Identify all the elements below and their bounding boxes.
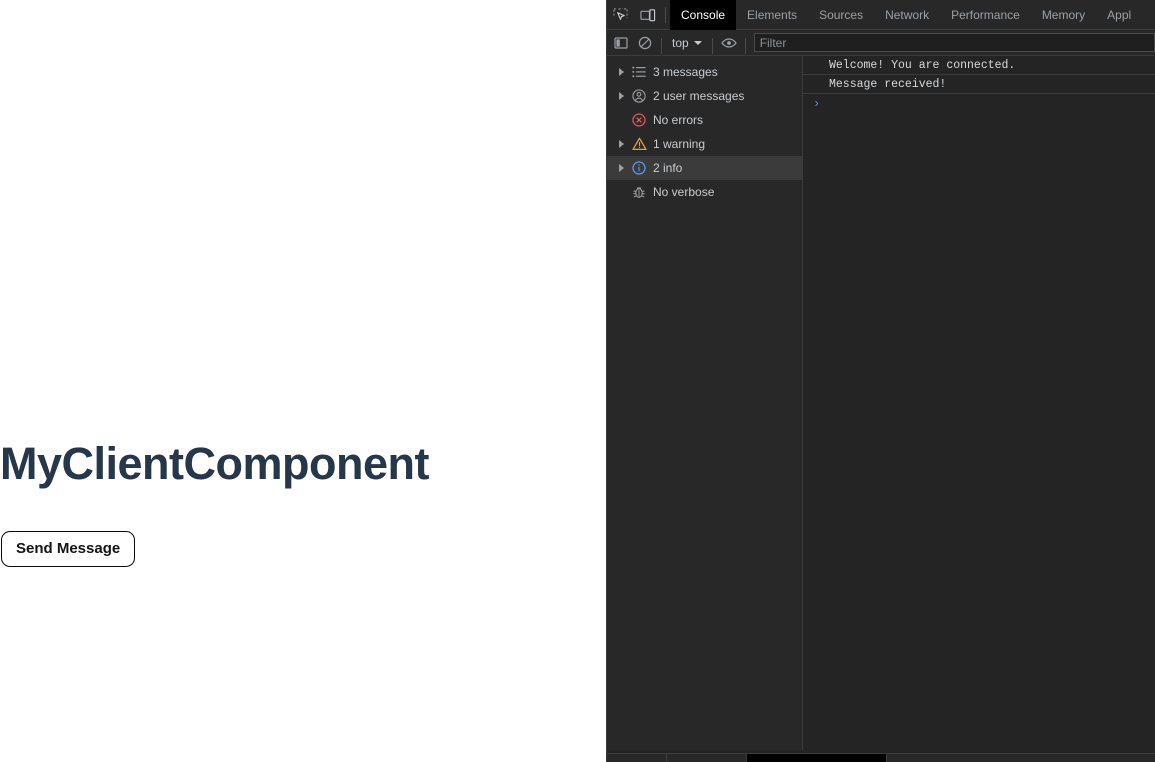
sidebar-item-errors[interactable]: No errors xyxy=(607,108,802,132)
tab-memory[interactable]: Memory xyxy=(1031,0,1096,30)
execution-context-select[interactable]: top xyxy=(666,33,708,53)
screen-root: MyClientComponent Send Message Console E… xyxy=(0,0,1155,762)
devtools-drawer-tabbar xyxy=(607,753,1155,762)
console-prompt[interactable]: › xyxy=(803,94,1155,111)
sidebar-item-label: No errors xyxy=(653,113,704,127)
expand-triangle-icon[interactable] xyxy=(619,140,624,148)
tab-elements[interactable]: Elements xyxy=(736,0,808,30)
sidebar-item-info[interactable]: 2 info xyxy=(607,156,802,180)
chevron-down-icon xyxy=(693,40,702,45)
bug-icon xyxy=(631,184,647,200)
tab-performance[interactable]: Performance xyxy=(940,0,1031,30)
console-message-row: Message received! xyxy=(803,75,1155,94)
sidebar-panel-icon[interactable] xyxy=(609,31,633,55)
toolbar-divider xyxy=(665,7,666,23)
sidebar-item-verbose[interactable]: No verbose xyxy=(607,180,802,204)
sidebar-item-label: 1 warning xyxy=(653,137,706,151)
drawer-tab[interactable] xyxy=(607,754,667,762)
tab-console[interactable]: Console xyxy=(670,0,737,30)
drawer-tab[interactable] xyxy=(667,754,747,762)
sidebar-item-user-messages[interactable]: 2 user messages xyxy=(607,84,802,108)
drawer-tab-active[interactable] xyxy=(747,754,887,762)
sidebar-item-label: No verbose xyxy=(653,185,715,199)
user-circle-icon xyxy=(631,88,647,104)
console-message-row: Welcome! You are connected. xyxy=(803,56,1155,75)
send-message-button[interactable]: Send Message xyxy=(1,531,136,567)
sidebar-item-label: 2 info xyxy=(653,161,683,175)
console-body: 3 messages 2 user messages No errors 1 w… xyxy=(607,56,1155,750)
expand-triangle-icon[interactable] xyxy=(619,68,624,76)
prompt-chevron-icon: › xyxy=(813,97,821,111)
device-toolbar-icon[interactable] xyxy=(634,0,661,30)
toolbar-divider-3 xyxy=(711,38,713,54)
expand-triangle-icon[interactable] xyxy=(619,92,624,100)
expand-triangle-icon[interactable] xyxy=(619,164,624,172)
console-output-filler xyxy=(803,735,1155,753)
sidebar-item-messages[interactable]: 3 messages xyxy=(607,60,802,84)
execution-context-label: top xyxy=(672,35,689,50)
drawer-tab-rest xyxy=(887,754,1155,762)
toolbar-divider-2 xyxy=(661,38,662,54)
tab-application[interactable]: Appl xyxy=(1096,0,1142,30)
devtools-panel: Console Elements Sources Network Perform… xyxy=(606,0,1155,762)
toolbar-divider-4 xyxy=(744,38,746,54)
devtools-tabstrip: Console Elements Sources Network Perform… xyxy=(607,0,1155,30)
list-icon xyxy=(631,64,647,80)
page-title: MyClientComponent xyxy=(0,438,429,489)
tab-sources[interactable]: Sources xyxy=(808,0,874,30)
sidebar-item-label: 3 messages xyxy=(653,65,718,79)
tab-network[interactable]: Network xyxy=(874,0,940,30)
sidebar-item-label: 2 user messages xyxy=(653,89,745,103)
clear-console-icon[interactable] xyxy=(633,31,657,55)
info-circle-icon xyxy=(631,160,647,176)
eye-icon[interactable] xyxy=(717,31,741,55)
console-output[interactable]: Welcome! You are connected. Message rece… xyxy=(803,56,1155,750)
warning-triangle-icon xyxy=(631,136,647,152)
sidebar-item-warnings[interactable]: 1 warning xyxy=(607,132,802,156)
console-sidebar: 3 messages 2 user messages No errors 1 w… xyxy=(607,56,803,750)
inspect-element-icon[interactable] xyxy=(607,0,634,30)
error-circle-icon xyxy=(631,112,647,128)
console-toolbar: top xyxy=(607,30,1155,56)
console-filter-input[interactable] xyxy=(753,33,1155,52)
web-page-viewport: MyClientComponent Send Message xyxy=(0,0,606,762)
